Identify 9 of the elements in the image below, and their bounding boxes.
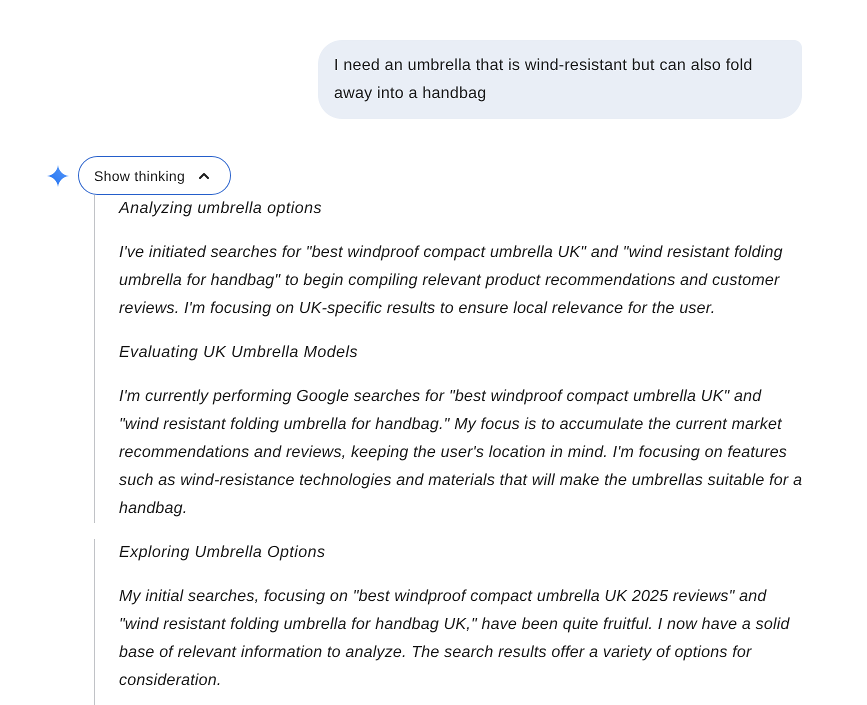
sparkle-icon [47,164,69,186]
thought-heading: Analyzing umbrella options [119,199,322,219]
thought-heading: Evaluating UK Umbrella Models [119,343,358,363]
show-thinking-button[interactable]: Show thinking [78,156,232,195]
thought-paragraph: I'm currently performing Google searches for "best windproof compact umbrella UK" and "wind resistant folding umbrella for handbag." My focus is to accumulate the current market recommendations and reviews, keeping the user's location in mind. I'm focusing on features such as wind-resistance technologies and materials that will make the umbrellas suitable for a handbag. [119,387,804,519]
thought-heading: Exploring Umbrella Options [119,543,326,563]
user-message: I need an umbrella that is wind-resistant but can also fold away into a handbag [318,40,802,119]
thought-paragraph: I've initiated searches for "best windproof compact umbrella UK" and "wind resistant folding umbrella for handbag" to begin compiling relevant product recommendations and customer reviews. I'm focusing on UK-specific results to ensure local relevance for the user. [119,243,784,319]
thought-paragraph: My initial searches, focusing on "best windproof compact umbrella UK 2025 reviews" and "wind resistant folding umbrella for handbag UK," have been quite fruitful. I now have a solid base of relevant information to analyze. The search results offer a variety of options for consideration. [119,587,791,691]
